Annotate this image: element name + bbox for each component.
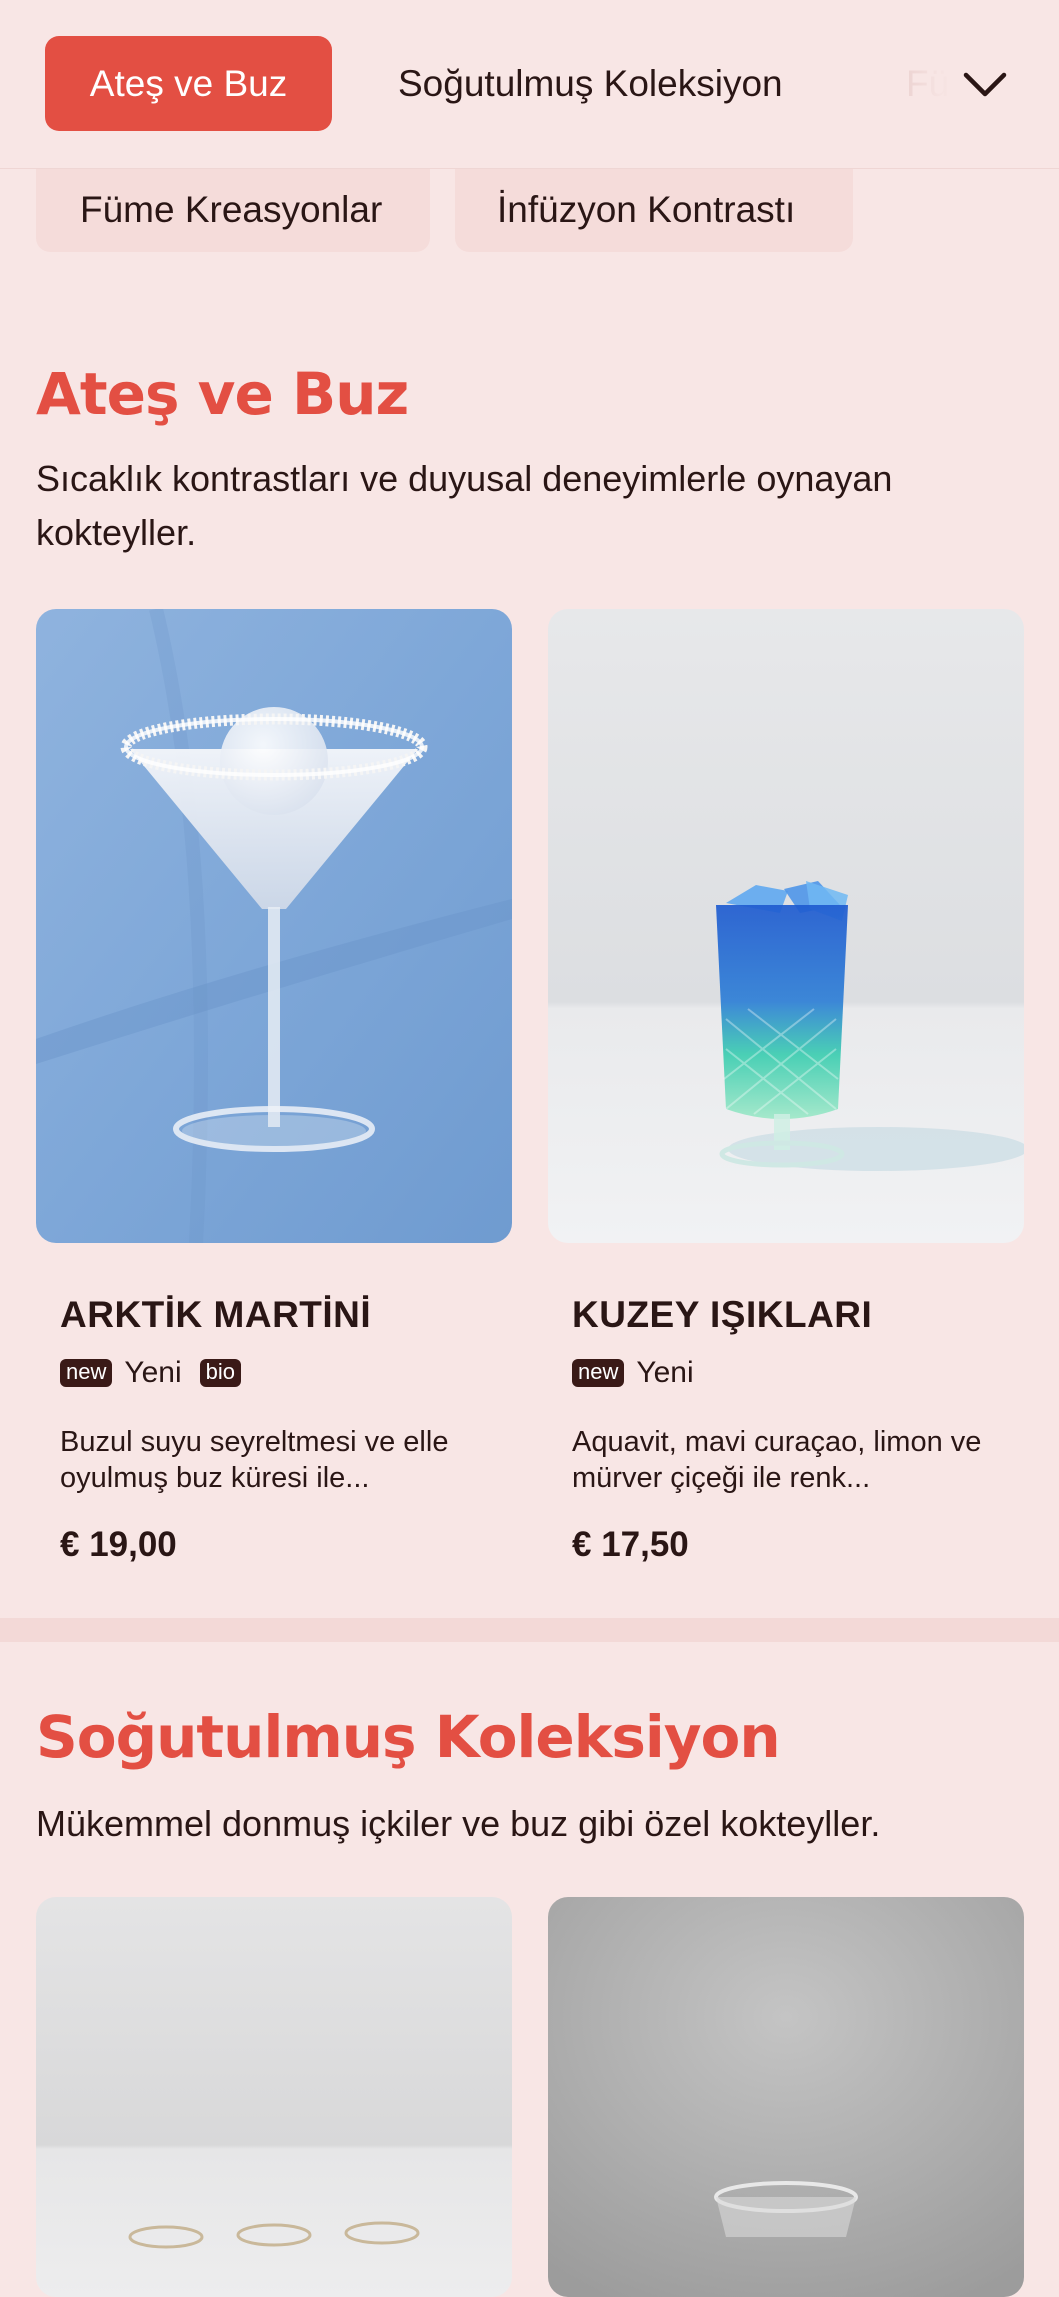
chip-fume-kreasyonlar[interactable]: Füme Kreasyonlar	[36, 168, 430, 252]
item-description: Buzul suyu seyreltmesi ve elle oyulmuş b…	[60, 1426, 449, 1494]
section-description: Sıcaklık kontrastları ve duyusal deneyim…	[36, 458, 893, 553]
item-description: Aquavit, mavi curaçao, limon ve mürver ç…	[572, 1426, 982, 1494]
product-image[interactable]	[548, 1897, 1024, 2297]
tab-ates-ve-buz[interactable]: Ateş ve Buz	[45, 36, 332, 131]
tag-new: new	[60, 1359, 113, 1387]
section-title: Ateş ve Buz	[36, 360, 409, 428]
item-name[interactable]: KUZEY IŞIKLARI	[572, 1294, 872, 1336]
tag-new-label: Yeni	[124, 1356, 182, 1389]
tag-new: new	[572, 1359, 625, 1387]
tag-bio: bio	[199, 1359, 242, 1387]
tab-sogutulmus-koleksiyon[interactable]: Soğutulmuş Koleksiyon	[398, 36, 783, 131]
item-tags: new Yeni bio	[60, 1356, 242, 1390]
chip-infuzyon-kontrasti[interactable]: İnfüzyon Kontrastı	[455, 168, 853, 252]
section-title: Soğutulmuş Koleksiyon	[36, 1703, 781, 1771]
item-price: € 19,00	[60, 1525, 177, 1564]
item-tags: new Yeni	[572, 1356, 700, 1390]
section-description: Mükemmel donmuş içkiler ve buz gibi özel…	[36, 1803, 881, 1844]
tag-new-label: Yeni	[636, 1356, 694, 1389]
product-image[interactable]	[36, 1897, 512, 2297]
item-price: € 17,50	[572, 1525, 689, 1564]
category-nav: Ateş ve Buz Soğutulmuş Koleksiyon Fü	[0, 0, 1059, 169]
section-divider	[0, 1618, 1059, 1642]
chevron-down-icon[interactable]	[960, 60, 1010, 110]
arktik-martini-image[interactable]	[36, 609, 512, 1243]
item-name[interactable]: ARKTİK MARTİNİ	[60, 1294, 371, 1336]
kuzey-isiklari-image[interactable]	[548, 609, 1024, 1243]
